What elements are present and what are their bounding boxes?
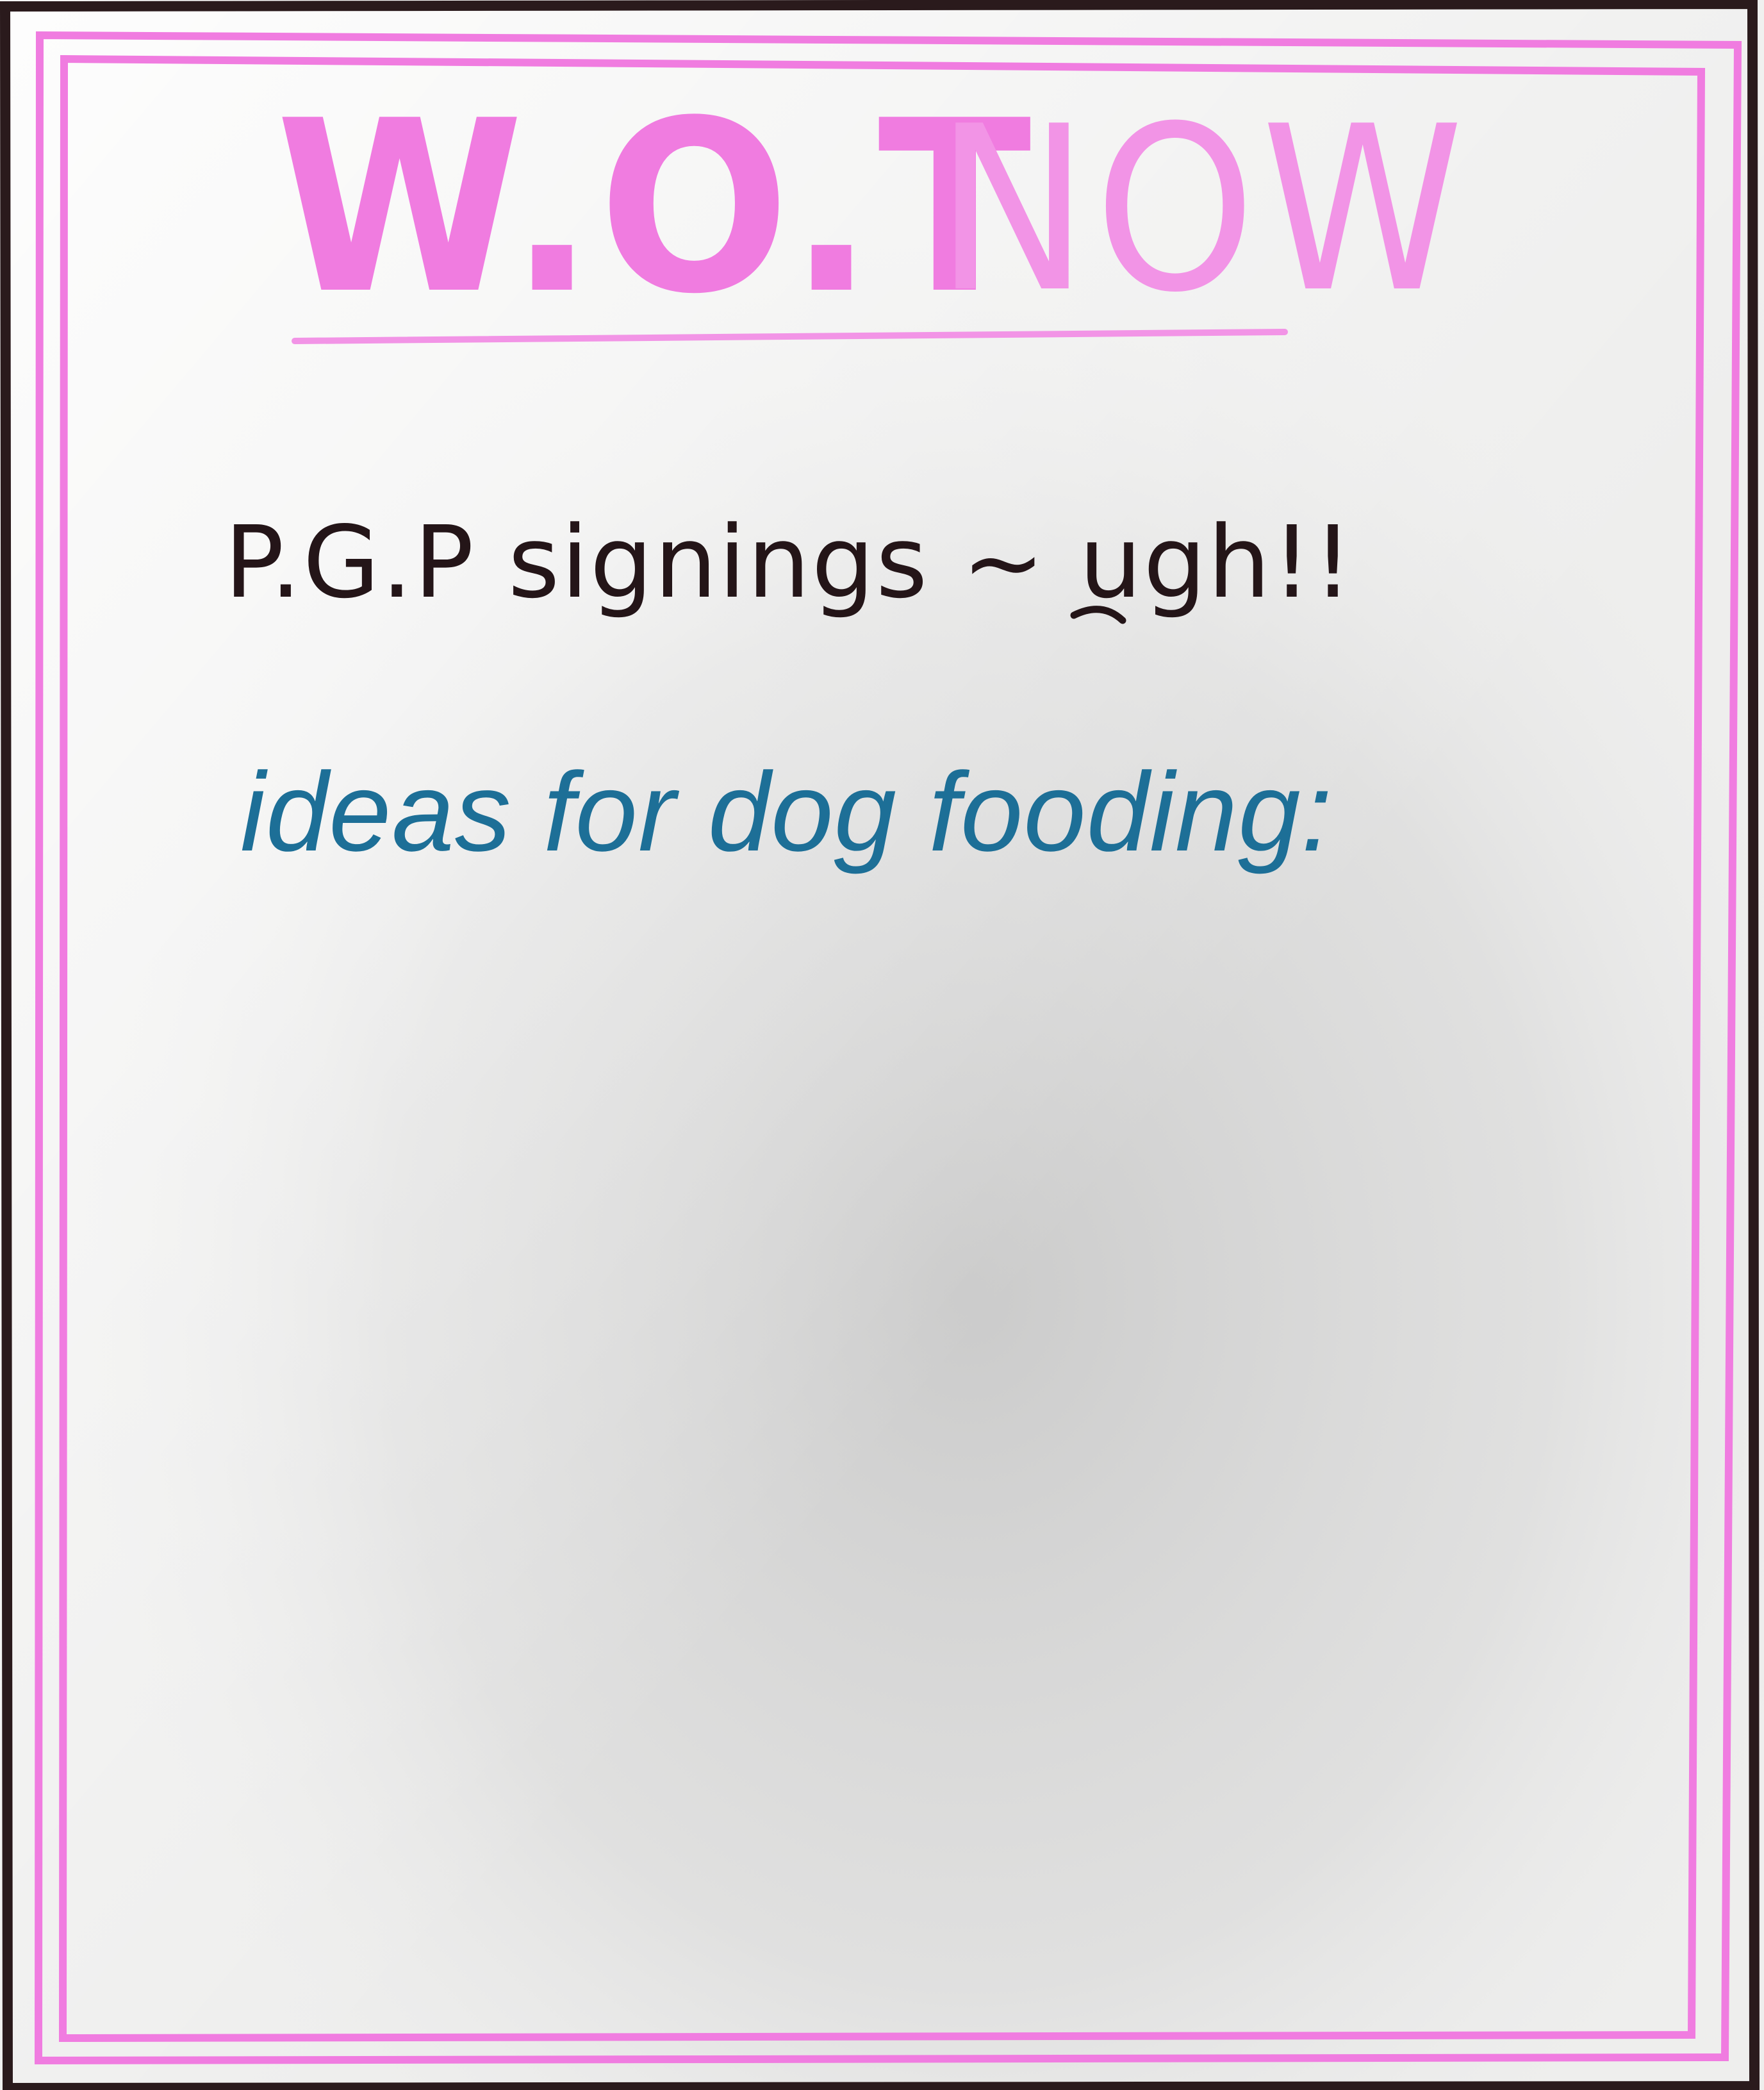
dog-fooding-heading: ideas for dog fooding: bbox=[240, 750, 1333, 875]
pgp-signings-note: P.G.P signings ~ ugh!! bbox=[224, 504, 1355, 620]
chart-title-now: NOW bbox=[936, 77, 1470, 342]
flip-chart-sheet: W.O.T NOW P.G.P signings ~ ugh!! ideas f… bbox=[0, 0, 1764, 2090]
chart-title-wot: W.O.T bbox=[276, 70, 1035, 346]
